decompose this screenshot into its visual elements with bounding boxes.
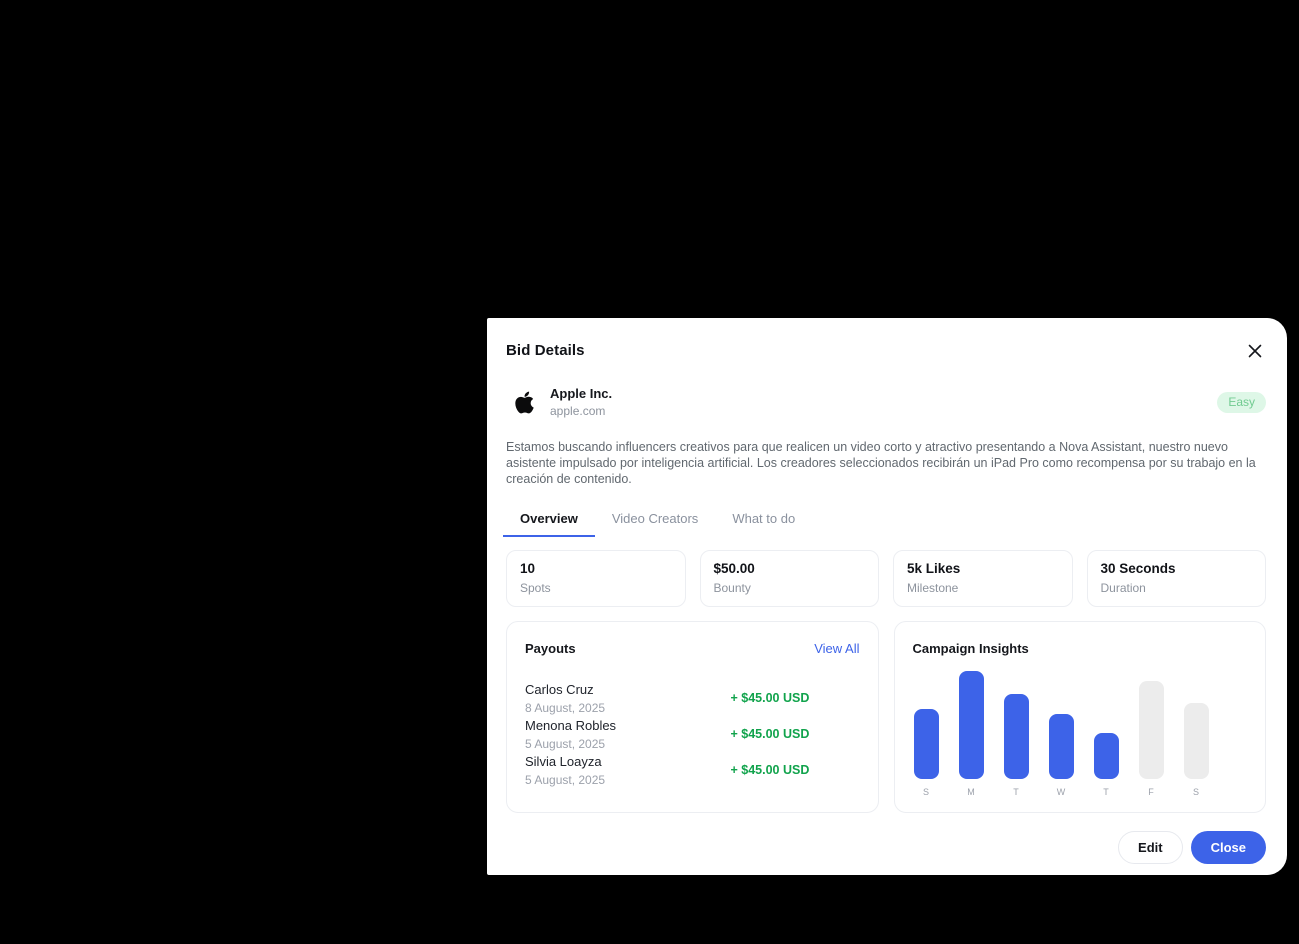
tab-bar: Overview Video Creators What to do: [503, 511, 1266, 537]
modal-title: Bid Details: [506, 342, 585, 359]
stats-row: 10 Spots $50.00 Bounty 5k Likes Mileston…: [506, 550, 1266, 607]
brand-row: Apple Inc. apple.com Easy: [506, 386, 1266, 418]
apple-logo-icon: [506, 390, 542, 415]
stat-value: 30 Seconds: [1101, 561, 1253, 576]
modal-footer: Edit Close: [506, 831, 1266, 864]
stat-value: 10: [520, 561, 672, 576]
payout-date: 8 August, 2025: [525, 701, 731, 715]
payout-name: Carlos Cruz: [525, 682, 731, 697]
payout-who: Carlos Cruz 8 August, 2025: [525, 682, 731, 715]
edit-button[interactable]: Edit: [1118, 831, 1183, 864]
content-row: Payouts View All Carlos Cruz 8 August, 2…: [506, 621, 1266, 813]
campaign-description: Estamos buscando influencers creativos p…: [506, 439, 1266, 487]
payouts-panel: Payouts View All Carlos Cruz 8 August, 2…: [506, 621, 879, 813]
stat-card-bounty: $50.00 Bounty: [700, 550, 880, 607]
stat-value: $50.00: [714, 561, 866, 576]
payout-list: Carlos Cruz 8 August, 2025 + $45.00 USD …: [525, 680, 860, 788]
modal-header: Bid Details: [506, 342, 1266, 362]
stat-card-duration: 30 Seconds Duration: [1087, 550, 1267, 607]
chart-axis-label: S: [914, 787, 939, 797]
close-button[interactable]: Close: [1191, 831, 1266, 864]
chart-axis-label: T: [1094, 787, 1119, 797]
payout-who: Silvia Loayza 5 August, 2025: [525, 754, 731, 787]
stat-label: Milestone: [907, 581, 1059, 595]
payout-date: 5 August, 2025: [525, 737, 731, 751]
payouts-title: Payouts: [525, 641, 576, 656]
brand-name: Apple Inc.: [550, 386, 612, 401]
stat-card-milestone: 5k Likes Milestone: [893, 550, 1073, 607]
chart-bar-s-6: [1184, 703, 1209, 779]
tab-video-creators[interactable]: Video Creators: [595, 511, 715, 537]
insights-bar-chart: SMTWTFS: [913, 669, 1248, 797]
payout-date: 5 August, 2025: [525, 773, 731, 787]
chart-bar-m-1: [959, 671, 984, 779]
campaign-insights-panel: Campaign Insights S M T W T F S: [894, 621, 1267, 813]
brand-text: Apple Inc. apple.com: [550, 386, 612, 418]
chart-axis-labels: SMTWTFS: [914, 787, 1247, 797]
stat-label: Spots: [520, 581, 672, 595]
insights-title: Campaign Insights: [913, 641, 1029, 656]
chart-bar-w-3: [1049, 714, 1074, 779]
chart-bars: [914, 669, 1247, 779]
tab-what-to-do[interactable]: What to do: [715, 511, 812, 537]
chart-bar-t-2: [1004, 694, 1029, 779]
chart-bar-s-0: [914, 709, 939, 779]
close-icon[interactable]: [1244, 340, 1266, 362]
payout-amount: + $45.00 USD: [731, 763, 860, 777]
stat-card-spots: 10 Spots: [506, 550, 686, 607]
stat-label: Duration: [1101, 581, 1253, 595]
chart-bar-t-4: [1094, 733, 1119, 779]
stat-label: Bounty: [714, 581, 866, 595]
payout-row: Menona Robles 5 August, 2025 + $45.00 US…: [525, 716, 860, 752]
payout-name: Silvia Loayza: [525, 754, 731, 769]
stat-value: 5k Likes: [907, 561, 1059, 576]
payout-amount: + $45.00 USD: [731, 727, 860, 741]
difficulty-badge: Easy: [1217, 392, 1266, 413]
chart-axis-label: M: [959, 787, 984, 797]
chart-axis-label: F: [1139, 787, 1164, 797]
brand-domain: apple.com: [550, 404, 612, 418]
payout-amount: + $45.00 USD: [731, 691, 860, 705]
payouts-header: Payouts View All: [525, 641, 860, 656]
tab-overview[interactable]: Overview: [503, 511, 595, 537]
chart-axis-label: T: [1004, 787, 1029, 797]
payout-name: Menona Robles: [525, 718, 731, 733]
insights-header: Campaign Insights: [913, 641, 1248, 656]
payout-row: Carlos Cruz 8 August, 2025 + $45.00 USD: [525, 680, 860, 716]
payout-row: Silvia Loayza 5 August, 2025 + $45.00 US…: [525, 752, 860, 788]
chart-bar-f-5: [1139, 681, 1164, 779]
chart-axis-label: S: [1184, 787, 1209, 797]
chart-axis-label: W: [1049, 787, 1074, 797]
close-icon-glyph: [1248, 344, 1262, 358]
view-all-link[interactable]: View All: [814, 641, 859, 656]
payout-who: Menona Robles 5 August, 2025: [525, 718, 731, 751]
bid-details-modal: Bid Details Apple Inc. apple.com Easy Es…: [487, 318, 1287, 875]
